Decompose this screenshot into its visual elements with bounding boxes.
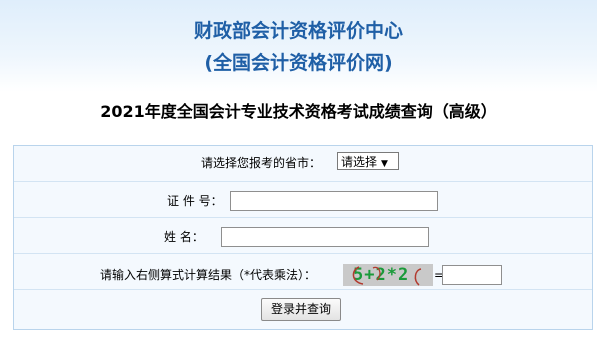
page-title: 2021年度全国会计专业技术资格考试成绩查询（高级） xyxy=(100,102,497,121)
id-number-label: 证 件 号： xyxy=(167,194,223,208)
province-select[interactable]: 请选择 ▼ xyxy=(337,152,399,170)
captcha-image[interactable]: 5+2*2 xyxy=(343,264,433,286)
header-background xyxy=(0,0,597,92)
org-subtitle: (全国会计资格评价网) xyxy=(204,52,393,74)
captcha-noise xyxy=(352,266,422,286)
captcha-label: 请输入右侧算式计算结果（*代表乘法）： xyxy=(100,268,317,282)
org-name: 财政部会计资格评价中心 xyxy=(193,20,403,42)
name-label: 姓 名： xyxy=(164,230,204,244)
triangle-down-icon: ▼ xyxy=(381,159,388,169)
name-input[interactable] xyxy=(221,227,429,247)
id-number-input[interactable] xyxy=(230,191,438,211)
province-select-value: 请选择 xyxy=(341,155,378,169)
submit-button[interactable]: 登录并查询 xyxy=(261,298,341,321)
province-label: 请选择您报考的省市： xyxy=(201,156,322,170)
captcha-answer-input[interactable] xyxy=(442,265,502,285)
